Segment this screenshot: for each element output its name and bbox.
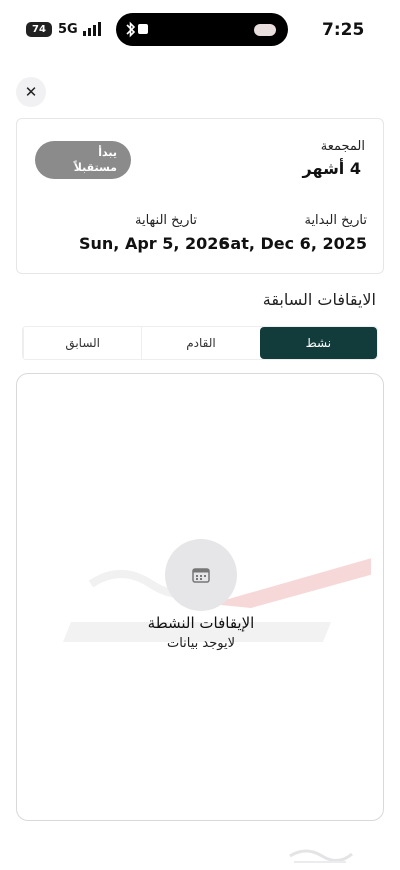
freeze-summary-card: المجمعة 4 أشهر يبدأ مستقبلاً تاريخ البدا… (16, 118, 384, 274)
battery-icon: 74 (26, 22, 52, 37)
end-date-label: تاريخ النهاية (135, 213, 198, 228)
close-button[interactable]: ✕ (16, 77, 46, 107)
status-badge-line1: يبدأ (98, 146, 117, 159)
island-app-icon (254, 24, 276, 36)
empty-state-subtitle: لايوجد بيانات (166, 636, 236, 651)
empty-state-title: الإيقافات النشطة (147, 614, 255, 632)
network-label: 5G (58, 22, 78, 37)
start-date-value: Sat, Dec 6, 2025 (218, 234, 367, 253)
empty-state-icon (165, 539, 237, 611)
empty-state-panel: الإيقافات النشطة لايوجد بيانات (16, 373, 384, 821)
calendar-icon (192, 568, 210, 583)
clock: 7:25 (322, 20, 365, 40)
corner-watermark-logo (289, 849, 353, 863)
dynamic-island (116, 13, 288, 46)
status-badge: يبدأ مستقبلاً (35, 141, 131, 179)
freeze-tabs: السابق القادم نشط (22, 326, 378, 360)
tab-active[interactable]: نشط (259, 327, 377, 359)
total-label: المجمعة (320, 139, 365, 154)
total-value: 4 أشهر (302, 159, 361, 178)
status-badge-line2: مستقبلاً (73, 161, 117, 174)
section-title: الايقافات السابقة (262, 290, 376, 309)
signal-icon (83, 22, 101, 36)
start-date-label: تاريخ البداية (304, 213, 367, 228)
close-icon: ✕ (24, 83, 38, 101)
end-date-value: Sun, Apr 5, 2026 (79, 234, 230, 253)
status-bar: 74 5G 7:25 (0, 0, 400, 60)
island-indicator (138, 24, 148, 34)
tab-previous[interactable]: السابق (23, 327, 142, 359)
bluetooth-icon (126, 21, 136, 38)
tab-upcoming[interactable]: القادم (141, 327, 260, 359)
